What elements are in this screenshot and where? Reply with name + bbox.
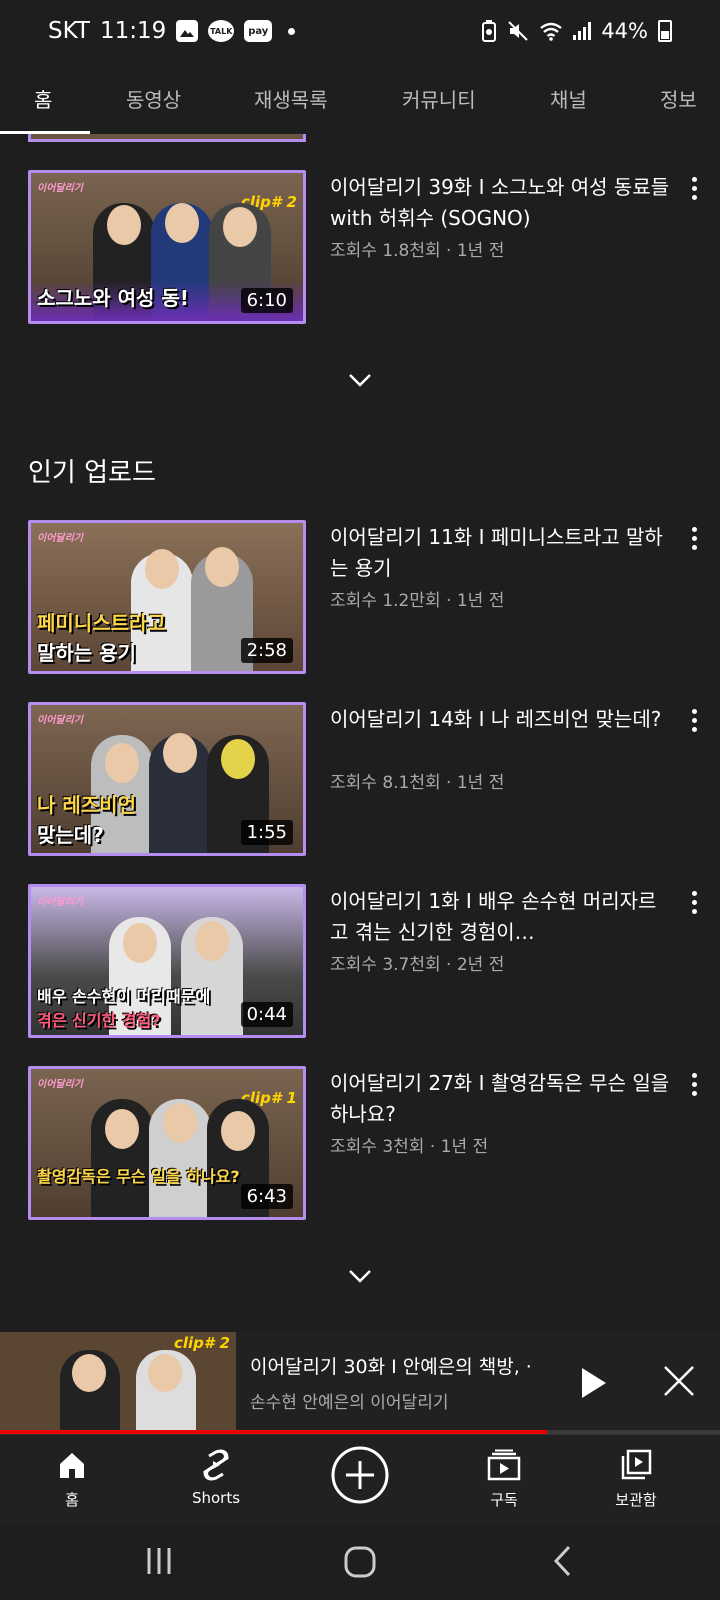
- create-icon: [331, 1446, 389, 1504]
- mini-player-channel: 손수현 안예은의 이어달리기: [250, 1393, 449, 1413]
- nav-subscriptions[interactable]: 구독: [454, 1447, 554, 1510]
- video-title[interactable]: 이어달리기 39화 I 소그노와 여성 동료들 with 허휘수 (SOGNO): [330, 172, 670, 234]
- expand-chevron-icon[interactable]: [340, 366, 380, 396]
- home-icon: [60, 1453, 84, 1478]
- thumbnail-caption: 나 레즈비언: [37, 793, 136, 817]
- mini-player[interactable]: clip# 2 이어달리기 30화 I 안예은의 책방, · 손수현 안예은의 …: [0, 1332, 720, 1434]
- kakaotalk-icon: TALK: [208, 20, 235, 42]
- wifi-icon: [540, 22, 563, 41]
- play-icon[interactable]: [582, 1368, 606, 1398]
- signal-icon: [573, 22, 592, 40]
- channel-tabs: 홈 동영상 재생목록 커뮤니티 채널 정보: [0, 62, 720, 134]
- video-duration: 1:55: [240, 820, 293, 845]
- back-icon[interactable]: [546, 1544, 580, 1578]
- system-nav: [0, 1524, 720, 1600]
- battery-percent: 44%: [601, 19, 648, 43]
- carrier: SKT: [48, 18, 90, 44]
- shorts-icon: [203, 1449, 229, 1481]
- section-title: 인기 업로드: [28, 458, 156, 488]
- video-duration: 6:43: [240, 1184, 293, 1209]
- thumbnail-caption: 맞는데?: [37, 823, 104, 847]
- nav-label: 보관함: [615, 1491, 657, 1509]
- channel-logo: 이어달리기: [37, 183, 83, 194]
- status-bar: SKT 11:19 TALK pay 44%: [0, 0, 720, 62]
- video-thumbnail[interactable]: 이어달리기 clip# 2 소그노와 여성 동! 6:10: [28, 170, 306, 324]
- thumbnail-caption: 배우 손수현이 머리때문에: [37, 987, 211, 1006]
- tab-community[interactable]: 커뮤니티: [402, 84, 476, 113]
- nav-label: Shorts: [191, 1489, 241, 1507]
- thumbnail-caption: 말하는 용기: [37, 641, 136, 665]
- tab-about[interactable]: 정보: [660, 84, 697, 113]
- video-row[interactable]: 이어달리기 clip# 2 소그노와 여성 동! 6:10 이어달리기 39화 …: [28, 170, 708, 324]
- clock: 11:19: [99, 18, 167, 44]
- nav-label: 구독: [490, 1491, 518, 1509]
- expand-chevron-icon[interactable]: [340, 1262, 380, 1292]
- channel-logo: 이어달리기: [37, 1079, 83, 1090]
- channel-logo: 이어달리기: [37, 715, 83, 726]
- tab-channels[interactable]: 채널: [550, 84, 587, 113]
- video-duration: 0:44: [240, 1002, 293, 1027]
- video-row[interactable]: 이어달리기 페미니스트라고 말하는 용기 2:58 이어달리기 11화 I 페미…: [28, 520, 708, 674]
- library-icon: [621, 1449, 652, 1480]
- more-options-icon[interactable]: [680, 888, 708, 916]
- video-title[interactable]: 이어달리기 11화 I 페미니스트라고 말하는 용기: [330, 522, 670, 584]
- more-options-icon[interactable]: [680, 524, 708, 552]
- thumbnail-caption: 겪은 신기한 경험?: [37, 1011, 161, 1030]
- video-duration: 6:10: [240, 288, 293, 313]
- video-thumbnail[interactable]: 이어달리기 페미니스트라고 말하는 용기 2:58: [28, 520, 306, 674]
- video-meta: 조회수 1.2만회 · 1년 전: [330, 591, 505, 611]
- video-meta: 조회수 3.7천회 · 2년 전: [330, 955, 505, 975]
- video-title[interactable]: 이어달리기 1화 I 배우 손수현 머리자르고 겪는 신기한 경험이…: [330, 886, 670, 948]
- video-title[interactable]: 이어달리기 27화 I 촬영감독은 무슨 일을 하나요?: [330, 1068, 670, 1130]
- video-meta: 조회수 1.8천회 · 1년 전: [330, 241, 505, 261]
- more-options-icon[interactable]: [680, 174, 708, 202]
- nav-home[interactable]: 홈: [22, 1447, 122, 1510]
- video-meta: 조회수 3천회 · 1년 전: [330, 1137, 489, 1157]
- video-title[interactable]: 이어달리기 14화 I 나 레즈비언 맞는데?: [330, 704, 670, 735]
- more-options-icon[interactable]: [680, 1070, 708, 1098]
- channel-logo: 이어달리기: [37, 897, 83, 908]
- pay-icon: pay: [244, 20, 273, 42]
- video-row[interactable]: 이어달리기 배우 손수현이 머리때문에 겪은 신기한 경험? 0:44 이어달리…: [28, 884, 708, 1038]
- video-meta: 조회수 8.1천회 · 1년 전: [330, 773, 505, 793]
- tab-videos[interactable]: 동영상: [126, 84, 181, 113]
- tab-playlists[interactable]: 재생목록: [254, 84, 328, 113]
- video-duration: 2:58: [240, 638, 293, 663]
- battery-saver-icon: [482, 20, 497, 42]
- channel-logo: 이어달리기: [37, 533, 83, 544]
- bottom-nav: 홈 Shorts 구독 보관함: [0, 1434, 720, 1524]
- video-thumbnail[interactable]: 이어달리기 배우 손수현이 머리때문에 겪은 신기한 경험? 0:44: [28, 884, 306, 1038]
- video-thumbnail[interactable]: 이어달리기 clip# 1 촬영감독은 무슨 일을 하나요? 6:43: [28, 1066, 306, 1220]
- battery-icon: [658, 20, 672, 42]
- recents-icon[interactable]: [142, 1544, 176, 1578]
- video-thumbnail[interactable]: 이어달리기 나 레즈비언 맞는데? 1:55: [28, 702, 306, 856]
- video-row[interactable]: 이어달리기 clip# 1 촬영감독은 무슨 일을 하나요? 6:43 이어달리…: [28, 1066, 708, 1220]
- thumbnail-caption: 촬영감독은 무슨 일을 하나요?: [37, 1167, 240, 1186]
- nav-shorts[interactable]: Shorts: [166, 1447, 266, 1507]
- thumbnail-caption: 소그노와 여성 동!: [37, 286, 189, 310]
- home-button-icon[interactable]: [342, 1544, 378, 1580]
- mini-player-thumbnail[interactable]: clip# 2: [0, 1332, 236, 1430]
- gallery-icon: [176, 20, 199, 42]
- mini-player-title[interactable]: 이어달리기 30화 I 안예은의 책방, ·: [250, 1352, 550, 1379]
- nav-library[interactable]: 보관함: [586, 1447, 686, 1510]
- nav-label: 홈: [65, 1491, 79, 1509]
- clip-tag: clip# 2: [173, 1334, 230, 1352]
- nav-create[interactable]: [310, 1435, 410, 1515]
- mute-icon: [508, 21, 529, 41]
- subscriptions-icon: [487, 1449, 521, 1481]
- thumbnail-partial[interactable]: [28, 134, 306, 142]
- more-options-icon[interactable]: [680, 706, 708, 734]
- close-icon[interactable]: [662, 1364, 696, 1398]
- video-row[interactable]: 이어달리기 나 레즈비언 맞는데? 1:55 이어달리기 14화 I 나 레즈비…: [28, 702, 708, 856]
- tab-home[interactable]: 홈: [34, 84, 52, 113]
- thumbnail-caption: 페미니스트라고: [37, 611, 166, 635]
- notification-dot-icon: [288, 27, 296, 35]
